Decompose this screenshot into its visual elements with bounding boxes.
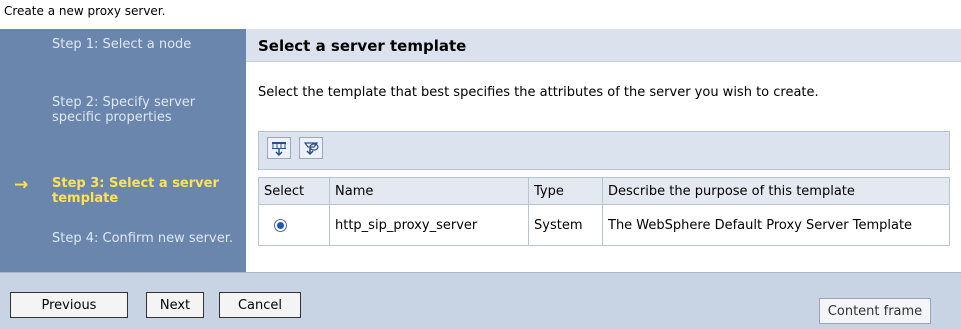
step-2-label: Step 2: Specify server specific properti… [52,95,196,125]
previous-button[interactable]: Previous [10,292,128,318]
page-title: Select a server template [258,37,467,55]
cancel-button[interactable]: Cancel [219,292,301,318]
content-frame-button[interactable]: Content frame [819,298,931,324]
page-caption: Create a new proxy server. [4,4,166,18]
template-type: System [528,204,603,246]
column-header-name: Name [329,177,529,205]
template-table: Select Name Type Describe the purpose of… [258,177,950,246]
table-row[interactable]: http_sip_proxy_server System The WebSphe… [258,204,950,246]
column-header-type: Type [528,177,603,205]
step-4-label: Step 4: Confirm new server. [52,231,233,246]
wizard: Step 1: Select a node Step 2: Specify se… [0,29,961,272]
step-1-label: Step 1: Select a node [52,37,192,52]
deselect-all-icon[interactable] [299,137,323,159]
wizard-steps-sidebar: Step 1: Select a node Step 2: Specify se… [0,29,246,272]
select-all-icon[interactable] [267,137,291,159]
next-button[interactable]: Next [146,292,204,318]
wizard-content: Select a server template Select the temp… [246,29,961,272]
current-step-arrow-icon: → [14,175,29,195]
column-header-select: Select [258,177,330,205]
instruction-text: Select the template that best specifies … [258,85,819,100]
table-toolbar [258,131,950,170]
content-header: Select a server template [246,29,961,62]
wizard-footer: Previous Next Cancel Content frame [0,272,961,329]
step-3-label: Step 3: Select a server template [52,176,219,206]
template-select-radio[interactable] [274,218,287,232]
select-cell [258,204,330,246]
column-header-description: Describe the purpose of this template [602,177,950,205]
table-header-row: Select Name Type Describe the purpose of… [258,177,950,205]
template-description: The WebSphere Default Proxy Server Templ… [602,204,950,246]
template-name: http_sip_proxy_server [329,204,529,246]
